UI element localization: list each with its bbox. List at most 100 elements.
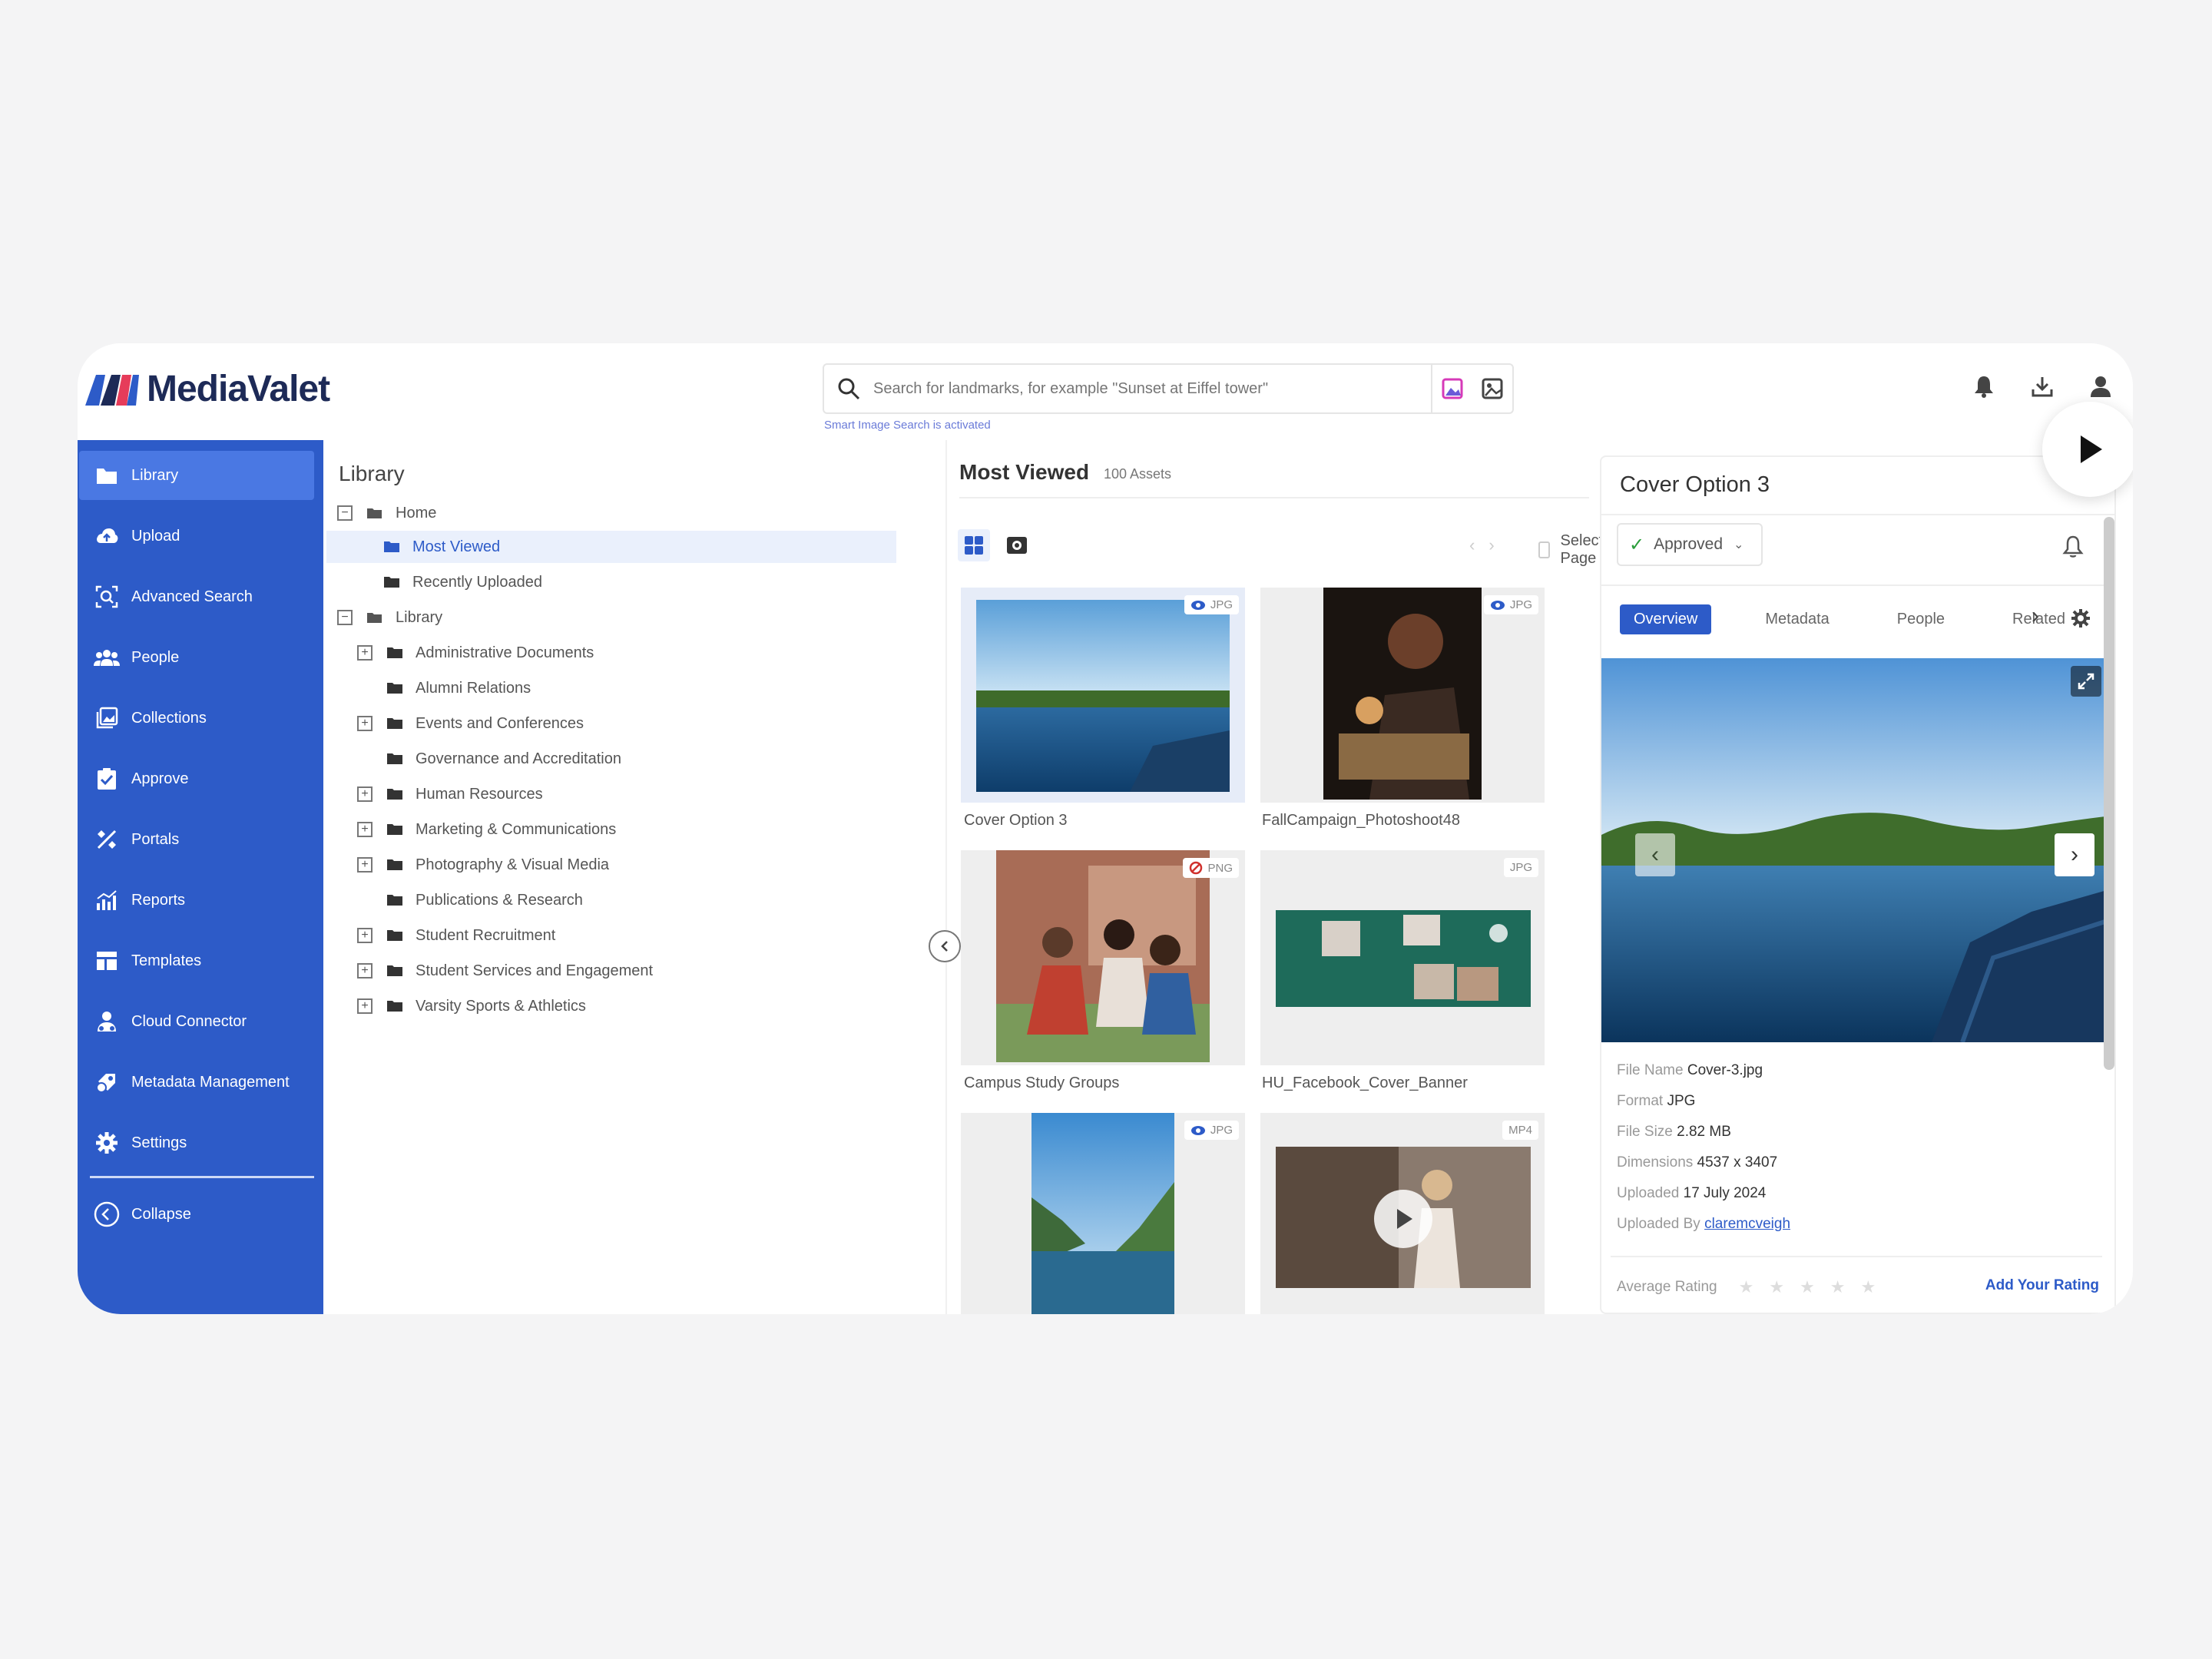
tabs-next-icon[interactable]: › — [2032, 603, 2039, 629]
video-play-overlay[interactable] — [1374, 1190, 1432, 1248]
grid-view-icon — [965, 536, 983, 555]
folder-icon — [387, 647, 402, 658]
asset-thumbnail — [1323, 588, 1482, 800]
tree-folder[interactable]: Publications & Research — [386, 884, 583, 916]
sidebar-item-advanced-search[interactable]: Advanced Search — [79, 572, 314, 621]
tab-overview[interactable]: Overview — [1620, 604, 1712, 634]
tree-folder[interactable]: + Events and Conferences — [357, 707, 584, 740]
sidebar-item-portals[interactable]: Portals — [79, 815, 314, 864]
top-icons — [1970, 373, 2114, 400]
sidebar-item-upload[interactable]: Upload — [79, 512, 314, 561]
tab-metadata[interactable]: Metadata — [1751, 604, 1843, 634]
tree-folder[interactable]: Governance and Accreditation — [386, 743, 621, 775]
tree-folder[interactable]: Alumni Relations — [386, 672, 531, 704]
tree-folder[interactable]: + Student Recruitment — [357, 919, 555, 952]
collapse-toggle-icon[interactable]: − — [337, 610, 353, 625]
sidebar-item-reports[interactable]: Reports — [79, 876, 314, 925]
folder-icon — [387, 859, 402, 870]
select-page-control[interactable]: Select Page — [1538, 532, 1609, 568]
expand-toggle-icon[interactable]: + — [357, 998, 373, 1014]
asset-detail-panel: Cover Option 3 ✕ ✓ Approved ⌄ Overview M… — [1600, 455, 2116, 1314]
uploader-link[interactable]: claremcveigh — [1704, 1216, 1790, 1232]
folder-icon — [387, 1001, 402, 1012]
expand-toggle-icon[interactable]: + — [357, 645, 373, 661]
notifications-bell-icon[interactable] — [1970, 373, 1998, 400]
tree-item-library[interactable]: − Library — [337, 601, 442, 634]
asset-tile[interactable]: JPG — [961, 588, 1245, 803]
tree-item-most-viewed[interactable]: Most Viewed — [326, 531, 896, 563]
grid-title: Most Viewed — [959, 460, 1090, 484]
library-tree-panel: Library − Home Most Viewed Recently Uplo… — [323, 440, 947, 1314]
tree-folder[interactable]: + Marketing & Communications — [357, 813, 616, 846]
sidebar-item-collections[interactable]: Collections — [79, 694, 314, 743]
library-icon — [93, 462, 121, 489]
preview-next-button[interactable]: › — [2055, 833, 2094, 876]
image-search-button[interactable] — [1472, 365, 1512, 412]
expand-toggle-icon[interactable]: + — [357, 928, 373, 943]
collections-icon — [93, 704, 121, 732]
sidebar-item-label: Advanced Search — [131, 588, 253, 605]
asset-tile[interactable]: JPG — [1260, 850, 1545, 1065]
sidebar-collapse-button[interactable]: Collapse — [79, 1190, 314, 1239]
download-icon[interactable] — [2028, 373, 2056, 400]
asset-tile[interactable]: MP4 — [1260, 1113, 1545, 1314]
expand-toggle-icon[interactable]: + — [357, 963, 373, 979]
sidebar-item-people[interactable]: People — [79, 633, 314, 682]
page-next-icon[interactable]: › — [1488, 535, 1494, 555]
templates-icon — [93, 947, 121, 975]
tree-item-recently-uploaded[interactable]: Recently Uploaded — [383, 566, 542, 598]
folder-icon — [387, 683, 402, 694]
page-prev-icon[interactable]: ‹ — [1469, 535, 1475, 555]
asset-preview-image[interactable]: ‹ › — [1601, 658, 2112, 1042]
asset-name: FallCampaign_Photoshoot48 — [1262, 812, 1460, 829]
asset-tile[interactable]: JPG — [1260, 588, 1545, 803]
sidebar-item-label: People — [131, 648, 180, 666]
video-play-button[interactable] — [2042, 402, 2133, 497]
portals-icon — [93, 826, 121, 853]
tree-folder[interactable]: + Student Services and Engagement — [357, 955, 653, 987]
expand-toggle-icon[interactable]: + — [357, 716, 373, 731]
sidebar-item-approve[interactable]: Approve — [79, 754, 314, 803]
approval-status-dropdown[interactable]: ✓ Approved ⌄ — [1617, 523, 1763, 566]
folder-icon — [387, 718, 402, 729]
add-rating-link[interactable]: Add Your Rating — [1985, 1277, 2099, 1294]
select-page-checkbox[interactable] — [1538, 541, 1550, 558]
asset-name: Cover Option 3 — [964, 812, 1068, 829]
expand-toggle-icon[interactable]: + — [357, 822, 373, 837]
detail-divider — [1611, 1256, 2102, 1257]
tree-folder[interactable]: + Photography & Visual Media — [357, 849, 609, 881]
collapse-toggle-icon[interactable]: − — [337, 505, 353, 521]
reports-icon — [93, 886, 121, 914]
tree-title: Library — [339, 462, 405, 485]
expand-toggle-icon[interactable]: + — [357, 786, 373, 802]
tab-people[interactable]: People — [1883, 604, 1959, 634]
preview-prev-button[interactable]: ‹ — [1635, 833, 1675, 876]
expand-toggle-icon[interactable]: + — [357, 857, 373, 873]
asset-thumbnail — [1031, 1113, 1174, 1314]
asset-tile[interactable]: PNG — [961, 850, 1245, 1065]
sidebar-item-metadata-management[interactable]: Metadata Management — [79, 1058, 314, 1107]
smart-image-search-button[interactable] — [1432, 365, 1472, 412]
search-input[interactable] — [873, 366, 1431, 412]
tree-folder[interactable]: + Varsity Sports & Athletics — [357, 990, 586, 1022]
tree-item-home[interactable]: − Home — [337, 497, 436, 529]
people-icon — [93, 644, 121, 671]
sidebar-item-templates[interactable]: Templates — [79, 936, 314, 985]
tree-folder[interactable]: + Human Resources — [357, 778, 543, 810]
brand-logo[interactable]: MediaValet — [84, 368, 330, 410]
upload-cloud-icon — [93, 522, 121, 550]
preview-view-button[interactable] — [1001, 529, 1033, 561]
gear-icon[interactable] — [2070, 608, 2091, 629]
expand-icon[interactable] — [2071, 666, 2101, 697]
detail-scrollbar[interactable] — [2104, 517, 2114, 1070]
grid-view-button[interactable] — [958, 529, 990, 561]
sidebar-item-cloud-connector[interactable]: Cloud Connector — [79, 997, 314, 1046]
tree-folder[interactable]: + Administrative Documents — [357, 637, 594, 669]
notification-bell-outline-icon[interactable] — [2061, 534, 2085, 558]
sidebar-item-settings[interactable]: Settings — [79, 1118, 314, 1167]
asset-count: 100 Assets — [1104, 466, 1172, 482]
user-avatar-icon[interactable] — [2087, 373, 2114, 400]
asset-tile[interactable]: JPG — [961, 1113, 1245, 1314]
sidebar-item-library[interactable]: Library — [79, 451, 314, 500]
collapse-tree-button[interactable] — [929, 930, 961, 962]
